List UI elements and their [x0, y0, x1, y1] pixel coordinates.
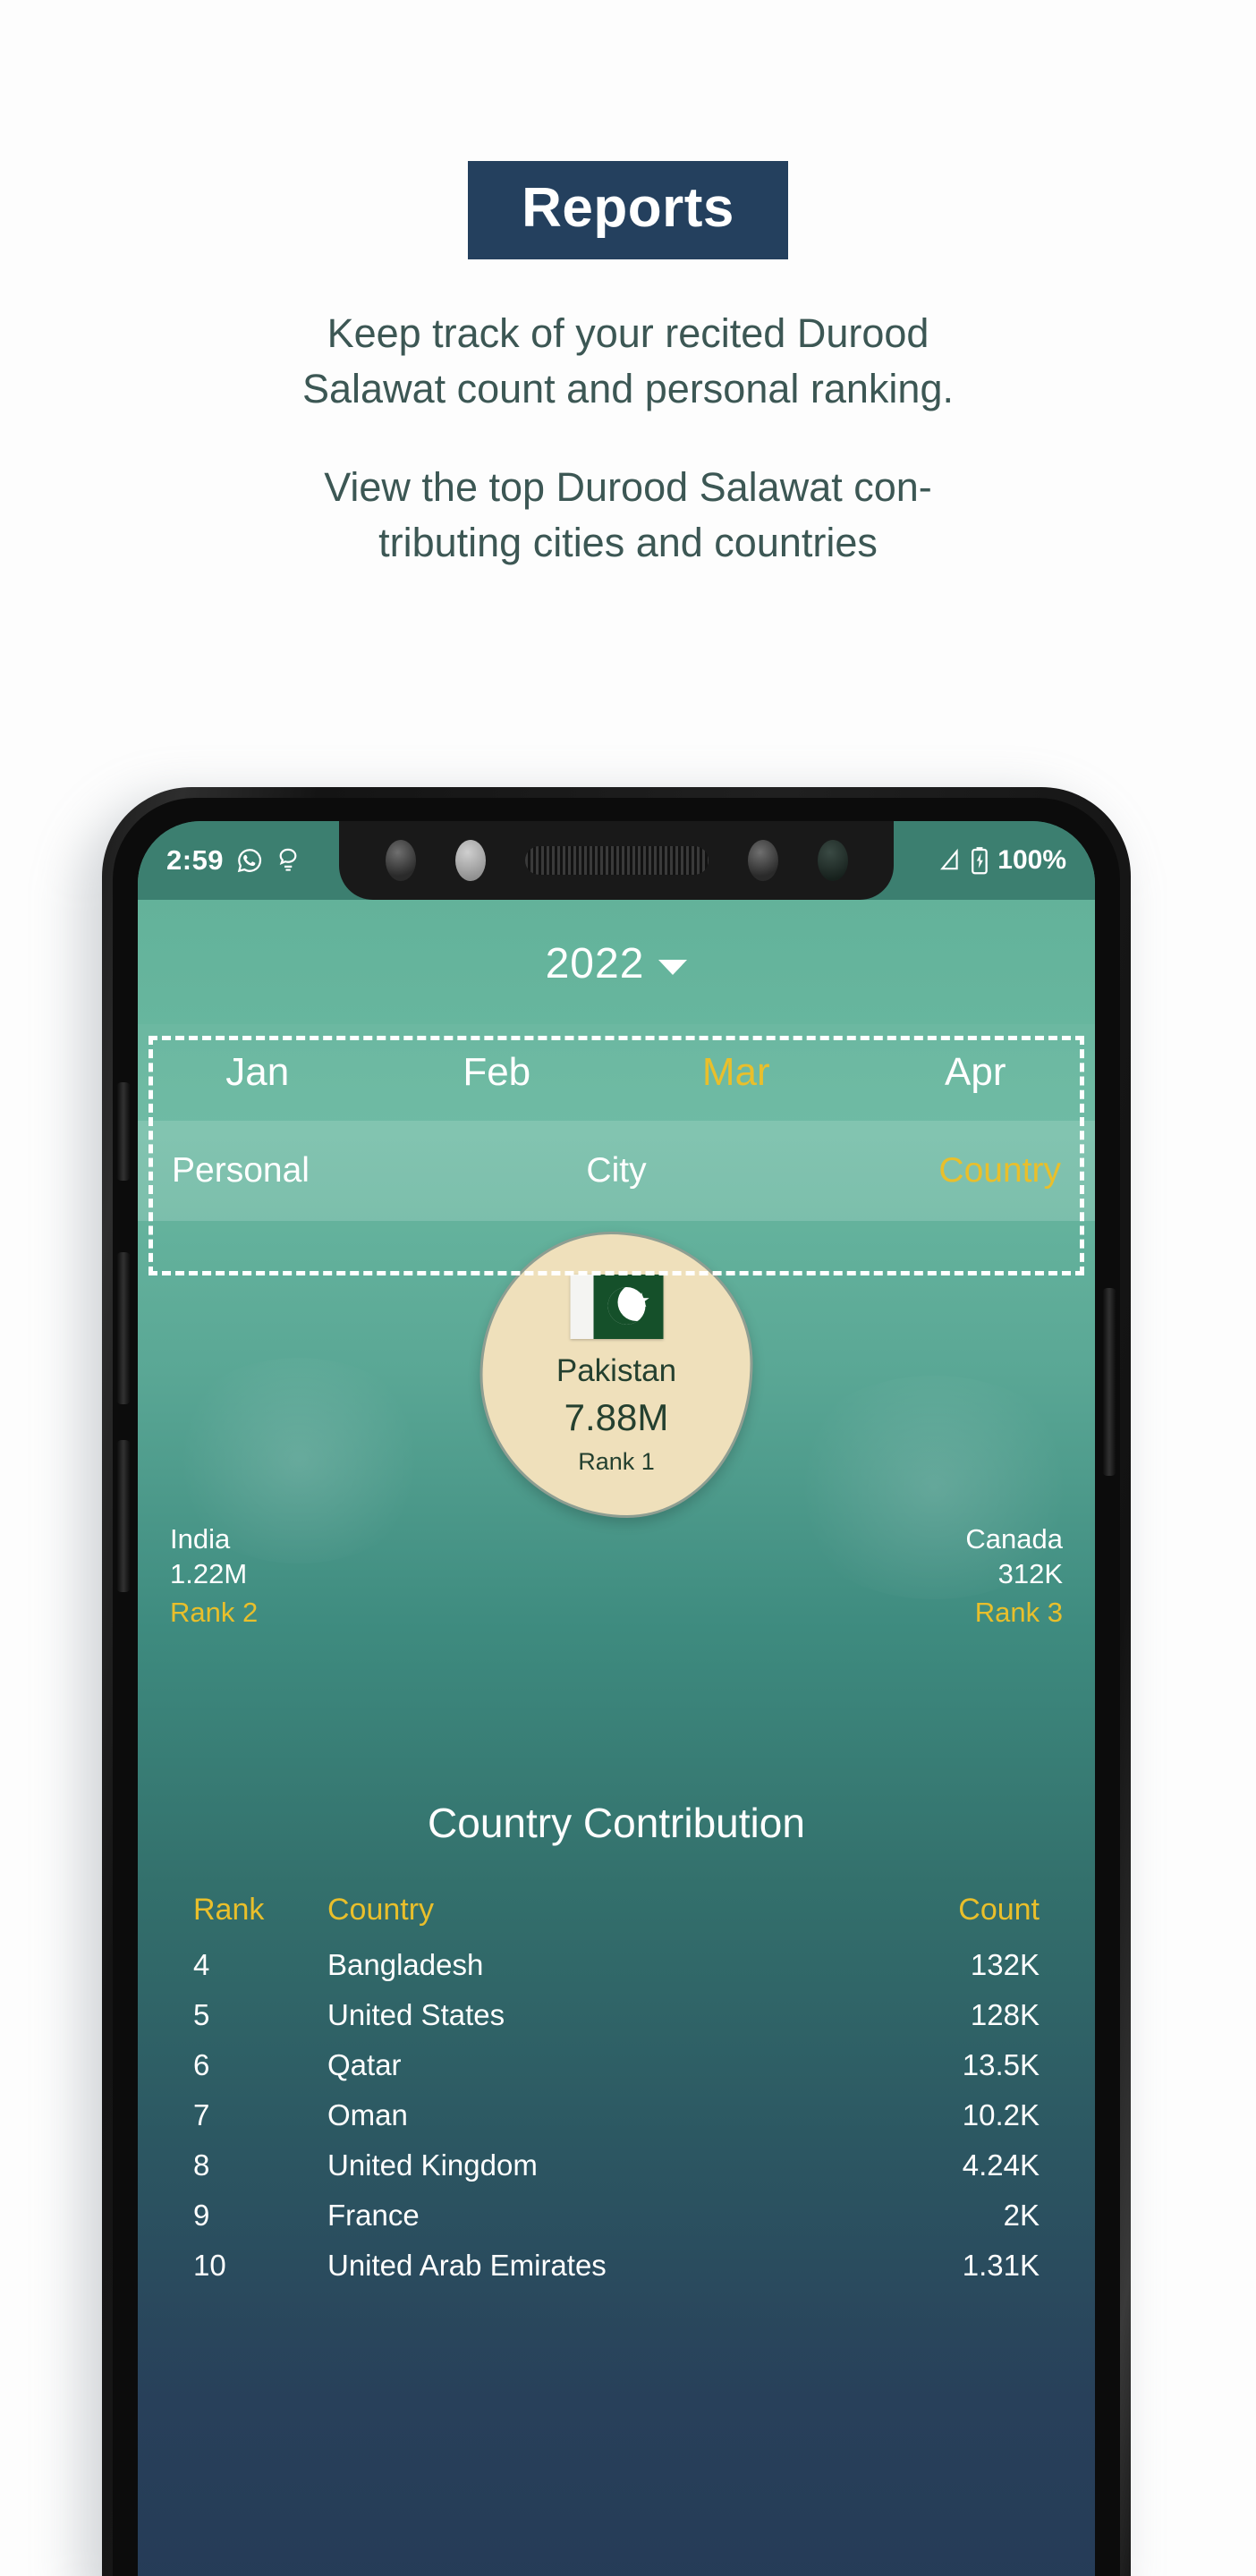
cell-country: Qatar [327, 2048, 402, 2081]
cell-rank: 6 [193, 2048, 210, 2081]
whatsapp-icon [236, 847, 263, 874]
promo-description: Keep track of your recited Durood Salawa… [0, 306, 1256, 571]
tab-personal[interactable]: Personal [150, 1151, 468, 1191]
tab-month-apr[interactable]: Apr [856, 1050, 1096, 1095]
table-row[interactable]: 4 Bangladesh 132K [193, 1940, 1040, 1990]
podium-first-place[interactable]: ★ Pakistan 7.88M Rank 1 [479, 1232, 753, 1518]
table-header-row: Rank Country Count [193, 1885, 1040, 1940]
proximity-sensor-icon [454, 840, 486, 881]
tab-month-feb[interactable]: Feb [378, 1050, 617, 1095]
first-place-count: 7.88M [564, 1395, 669, 1438]
cell-rank: 5 [193, 1998, 210, 2031]
contribution-section: Country Contribution Rank Country Count [138, 1704, 1095, 2291]
cell-country: Oman [327, 2098, 408, 2131]
phone-button-power[interactable] [1102, 1288, 1116, 1476]
phone-mockup: 2:59 100% 2022 Jan Feb Mar Apr Personal … [79, 787, 1181, 2576]
cell-country: United Arab Emirates [327, 2249, 607, 2282]
tab-city[interactable]: City [468, 1151, 764, 1191]
phone-button-volume-up[interactable] [116, 1252, 131, 1404]
phone-body: 2:59 100% 2022 Jan Feb Mar Apr Personal … [102, 787, 1131, 2576]
category-tab-bar: Personal City Country [138, 1121, 1095, 1221]
flag-stripe [570, 1274, 593, 1339]
cell-rank: 4 [193, 1948, 210, 1981]
third-place-count: 312K [997, 1558, 1063, 1590]
phone-button-left-top[interactable] [116, 1082, 131, 1181]
column-header-rank: Rank [193, 1893, 265, 1927]
battery-icon [971, 846, 989, 875]
app-content: 2022 Jan Feb Mar Apr Personal City Count… [138, 900, 1095, 2291]
status-bar-left: 2:59 [166, 844, 301, 877]
cell-rank: 7 [193, 2098, 210, 2131]
podium-section: ★ Pakistan 7.88M Rank 1 India 1.22M Rank… [138, 1221, 1095, 1704]
cell-rank: 9 [193, 2199, 210, 2232]
table-row[interactable]: 5 United States 128K [193, 1990, 1040, 2040]
star-icon: ★ [632, 1288, 650, 1311]
third-place-rank: Rank 3 [974, 1597, 1063, 1629]
contribution-table: Rank Country Count 4 Bangladesh 132K 5 Unite… [193, 1885, 1040, 2291]
promo-spacer [0, 417, 1256, 460]
phone-button-volume-down[interactable] [116, 1440, 131, 1592]
table-row[interactable]: 10 United Arab Emirates 1.31K [193, 2241, 1040, 2291]
column-header-country: Country [327, 1893, 435, 1927]
contribution-table-wrap: Rank Country Count 4 Bangladesh 132K 5 Unite… [138, 1885, 1095, 2291]
first-place-rank: Rank 1 [578, 1447, 655, 1475]
chevron-down-icon [658, 960, 688, 975]
cell-count: 2K [1003, 2199, 1040, 2232]
tab-month-jan[interactable]: Jan [138, 1050, 378, 1095]
phone-notch [339, 821, 894, 900]
year-label: 2022 [545, 940, 645, 987]
table-row[interactable]: 7 Oman 10.2K [193, 2090, 1040, 2140]
podium-third-place[interactable]: Canada 312K Rank 3 [965, 1521, 1063, 1630]
cell-count: 128K [970, 1998, 1040, 2031]
page-title: Reports [468, 161, 788, 259]
phone-screen: 2:59 100% 2022 Jan Feb Mar Apr Personal … [138, 821, 1095, 2576]
status-bar-right: 100% [938, 845, 1066, 876]
second-place-rank: Rank 2 [170, 1597, 259, 1629]
table-header: Rank Country Count [193, 1885, 1040, 1940]
flag-field: ★ [593, 1274, 663, 1339]
promo-line-2: Salawat count and personal ranking. [302, 366, 954, 412]
earpiece-speaker [524, 846, 709, 875]
cell-count: 13.5K [962, 2048, 1040, 2081]
cell-count: 10.2K [962, 2098, 1040, 2131]
table-row[interactable]: 9 France 2K [193, 2190, 1040, 2241]
signal-icon [938, 847, 962, 874]
promo-line-4: tributing cities and countries [378, 520, 878, 566]
promo-header: Reports Keep track of your recited Duroo… [0, 0, 1256, 571]
cell-country: United States [327, 1998, 505, 2031]
cell-count: 1.31K [962, 2249, 1040, 2282]
status-time: 2:59 [166, 844, 225, 876]
cell-rank: 10 [193, 2249, 226, 2282]
tab-country[interactable]: Country [765, 1151, 1082, 1191]
promo-screenshot: Reports Keep track of your recited Duroo… [0, 0, 1256, 2576]
second-place-count: 1.22M [170, 1558, 248, 1590]
column-header-count: Count [958, 1893, 1040, 1927]
battery-percentage: 100% [997, 845, 1066, 875]
third-place-country: Canada [965, 1523, 1063, 1555]
table-row[interactable]: 6 Qatar 13.5K [193, 2040, 1040, 2090]
month-tab-bar: Jan Feb Mar Apr [138, 1024, 1095, 1121]
front-camera-icon [817, 840, 848, 881]
cell-country: Bangladesh [327, 1948, 484, 1981]
first-place-country: Pakistan [556, 1352, 677, 1388]
status-bar: 2:59 100% [138, 821, 1095, 900]
promo-line-3: View the top Durood Salawat con- [324, 464, 932, 511]
table-row[interactable]: 8 United Kingdom 4.24K [193, 2140, 1040, 2190]
cell-country: France [327, 2199, 420, 2232]
camera-sensor-icon [385, 840, 416, 881]
camera-sensor-2-icon [747, 840, 778, 881]
cell-country: United Kingdom [327, 2148, 538, 2182]
cell-count: 132K [970, 1948, 1040, 1981]
app-notification-icon [276, 847, 301, 874]
contribution-title: Country Contribution [428, 1800, 805, 1846]
tab-month-mar[interactable]: Mar [616, 1050, 856, 1095]
promo-line-1: Keep track of your recited Durood [327, 310, 929, 356]
cell-count: 4.24K [962, 2148, 1040, 2182]
table-body: 4 Bangladesh 132K 5 United States 128K 6 Qatar 1… [193, 1940, 1040, 2291]
pakistan-flag-icon: ★ [570, 1274, 663, 1339]
cell-rank: 8 [193, 2148, 210, 2182]
podium-second-place[interactable]: India 1.22M Rank 2 [170, 1521, 258, 1630]
second-place-country: India [170, 1523, 231, 1555]
year-selector[interactable]: 2022 [138, 900, 1095, 1024]
